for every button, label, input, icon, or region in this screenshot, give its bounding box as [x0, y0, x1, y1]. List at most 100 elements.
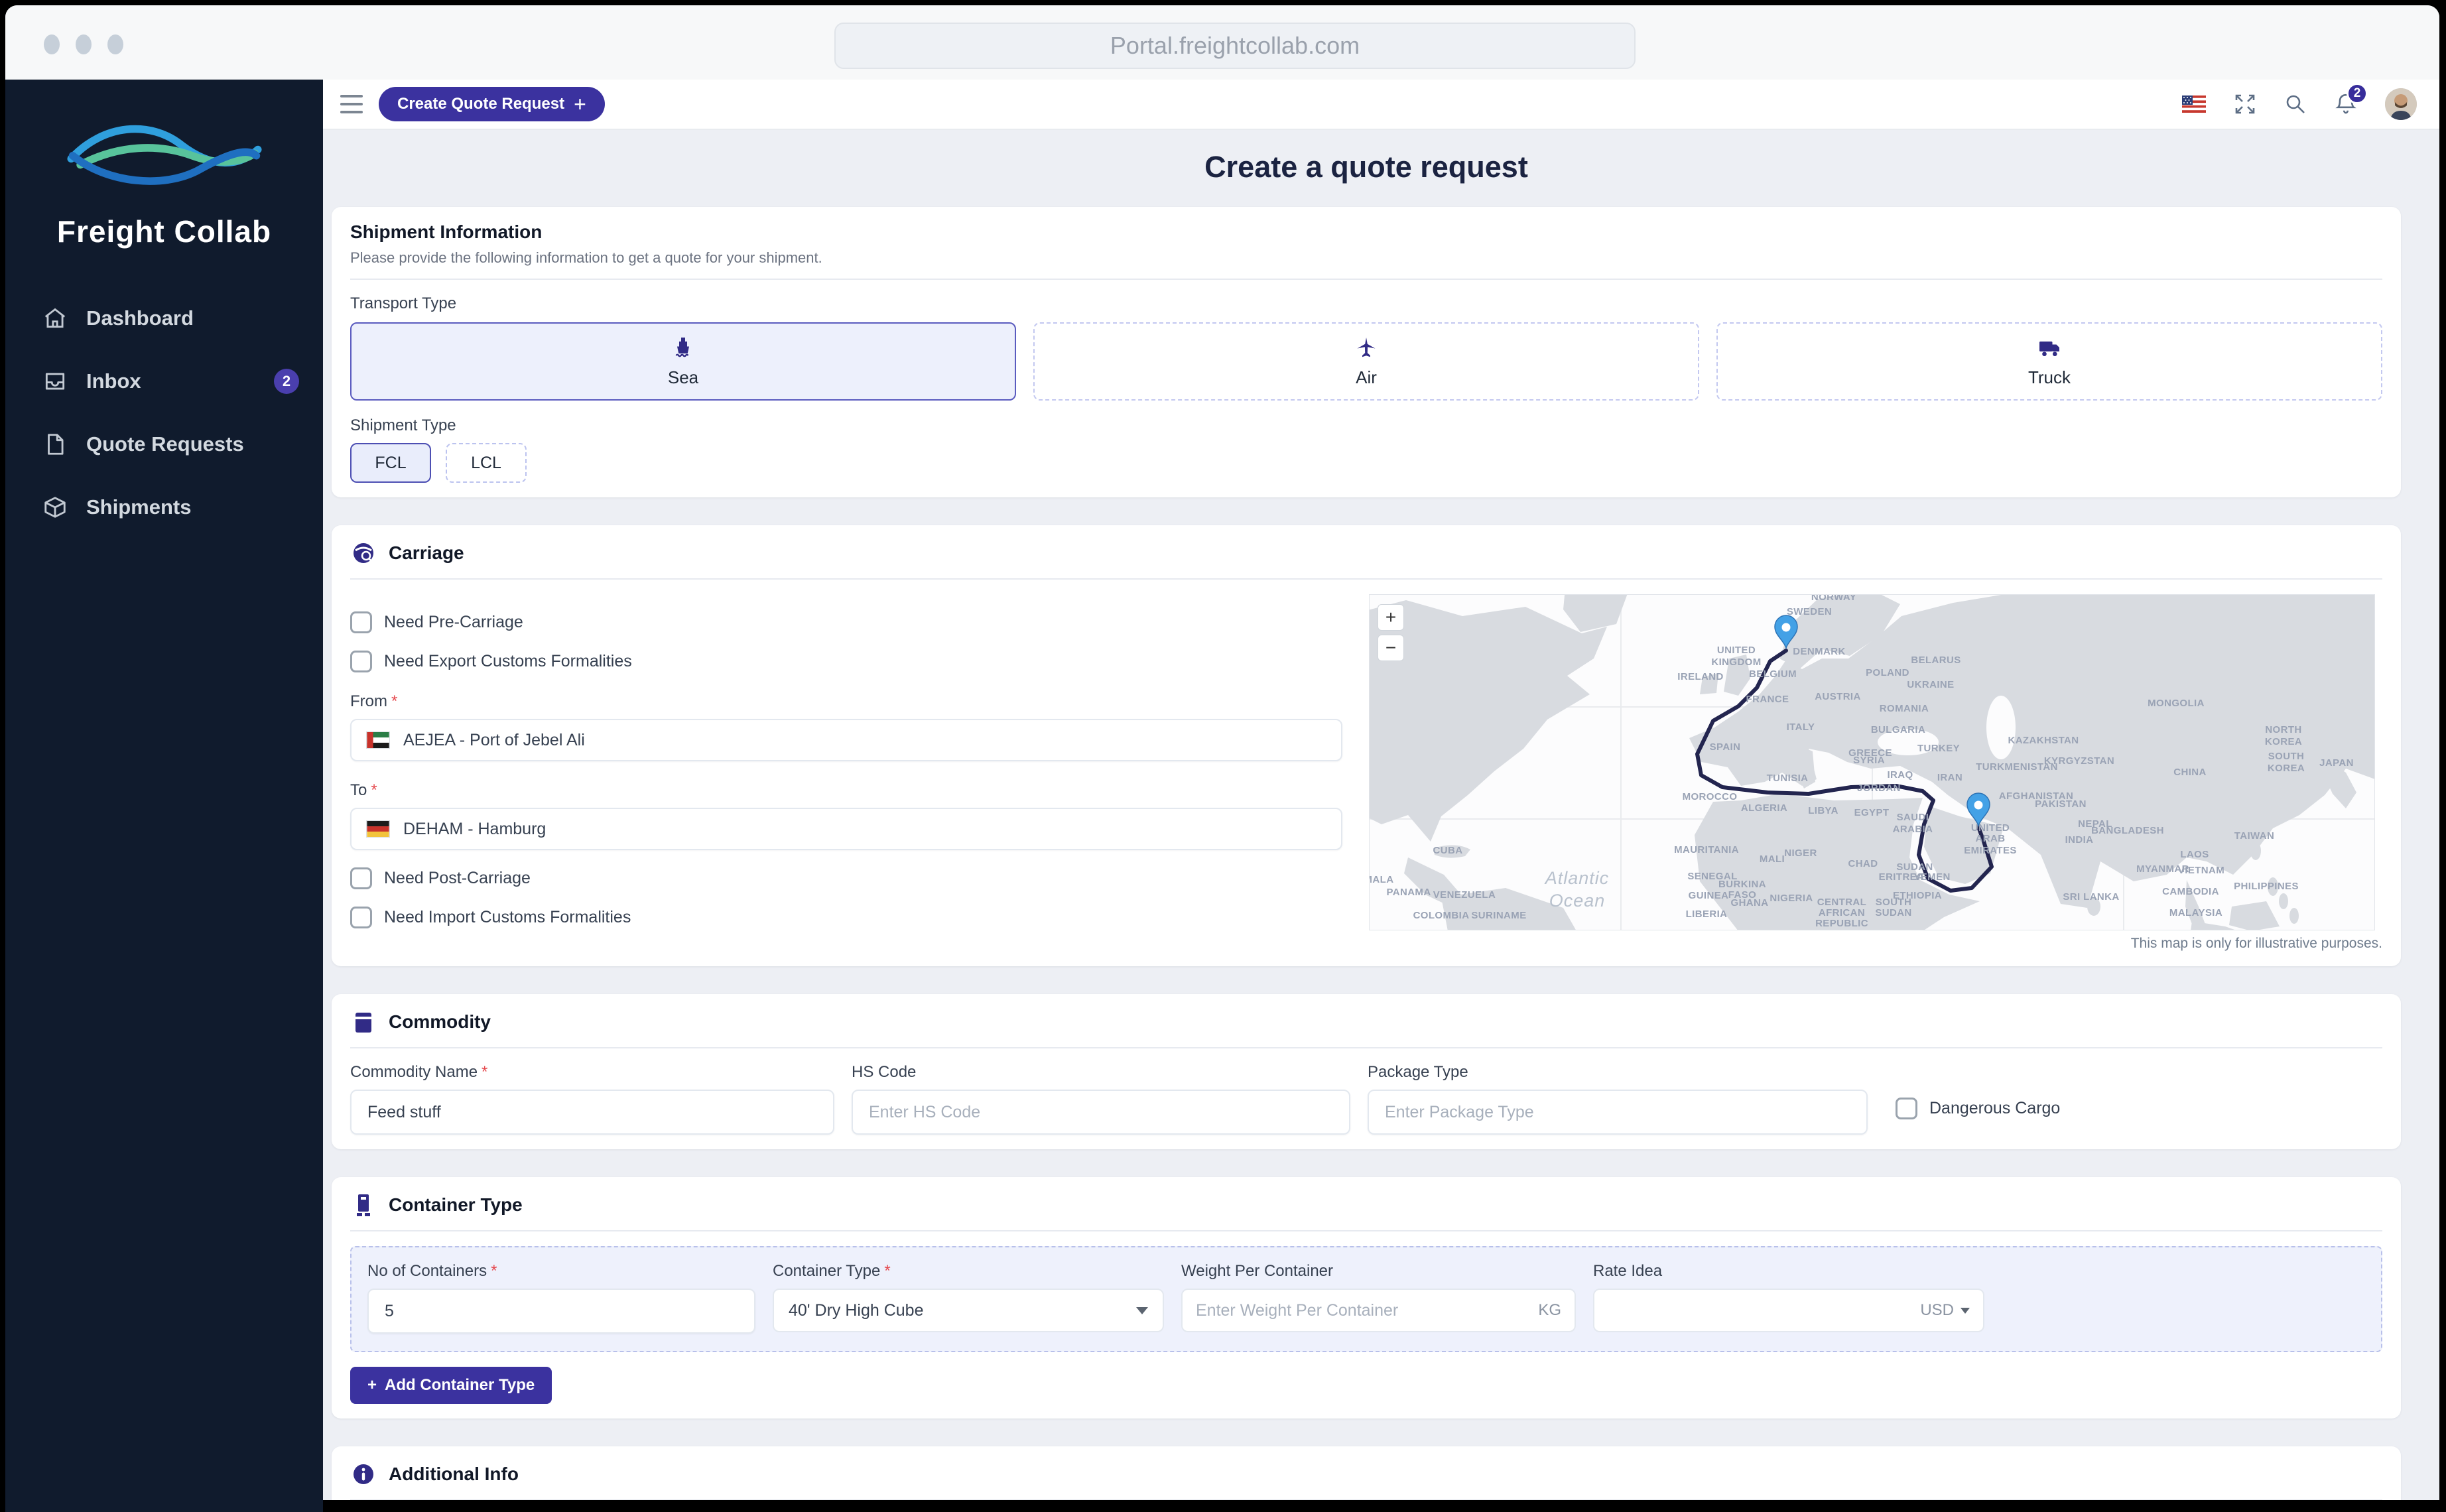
map-country-label: AFRICAN [1819, 907, 1865, 918]
rate-currency: USD [1920, 1301, 1954, 1320]
address-bar[interactable]: Portal.freightcollab.com [834, 23, 1636, 69]
rate-idea-input[interactable] [1608, 1301, 1913, 1320]
map-country-label: NIGERIA [1770, 893, 1813, 904]
map-country-label: SWEDEN [1787, 606, 1832, 617]
shipment-type-lcl[interactable]: LCL [446, 443, 527, 483]
route-map[interactable]: + − [1369, 594, 2375, 930]
map-country-label: INDIA [2065, 834, 2094, 846]
section-title: Commodity [389, 1011, 491, 1033]
menu-toggle-icon[interactable] [340, 95, 363, 113]
commodity-name-input[interactable] [350, 1090, 834, 1135]
close-window-icon[interactable] [44, 34, 60, 54]
weight-per-container-input[interactable] [1196, 1301, 1531, 1320]
transport-type-label: Transport Type [350, 294, 2382, 313]
sidebar-item-quote-requests[interactable]: Quote Requests [5, 412, 323, 475]
package-type-label: Package Type [1368, 1063, 1868, 1082]
map-country-label: MALA [1370, 874, 1393, 885]
sidebar-item-label: Shipments [86, 495, 191, 519]
sidebar-item-inbox[interactable]: Inbox 2 [5, 349, 323, 412]
shipment-type-fcl[interactable]: FCL [350, 443, 431, 483]
container-row-panel: No of Containers* Container Type* 40' Dr… [350, 1246, 2382, 1352]
uae-flag-icon [366, 731, 390, 749]
checkbox[interactable] [350, 867, 372, 889]
transport-option-air[interactable]: Air [1033, 322, 1699, 401]
screenshot-cutoff [323, 1500, 2439, 1512]
container-type-value: 40' Dry High Cube [789, 1301, 923, 1320]
plus-icon: + [367, 1376, 377, 1395]
dangerous-cargo-checkbox-row[interactable]: Dangerous Cargo [1896, 1098, 2060, 1119]
container-count-label: No of Containers* [367, 1262, 755, 1281]
map-country-label: UNITED [1971, 822, 2010, 834]
transport-option-sea[interactable]: Sea [350, 322, 1016, 401]
map-country-label: CUBA [1433, 845, 1463, 856]
search-button[interactable] [2284, 93, 2307, 115]
map-country-label: LAOS [2180, 849, 2209, 860]
package-type-input[interactable] [1368, 1090, 1868, 1135]
weight-unit: KG [1538, 1301, 1561, 1320]
app-top-bar: Create Quote Request+ [323, 80, 2439, 130]
transport-option-label: Truck [2028, 367, 2071, 388]
map-country-label: SURINAME [1471, 910, 1526, 921]
map-country-label: VIETNAM [2178, 865, 2224, 876]
map-country-label: KINGDOM [1711, 657, 1761, 668]
map-zoom-in-button[interactable]: + [1378, 604, 1404, 631]
map-country-label: SUDAN [1875, 907, 1911, 918]
package-icon [42, 495, 68, 520]
map-country-label: TAIWAN [2234, 830, 2274, 842]
rate-idea-label: Rate Idea [1593, 1262, 1984, 1281]
sidebar-item-shipments[interactable]: Shipments [5, 475, 323, 538]
minimize-window-icon[interactable] [76, 34, 92, 54]
import-customs-checkbox-row[interactable]: Need Import Customs Formalities [350, 907, 1345, 928]
traffic-lights [44, 34, 123, 54]
pre-carriage-checkbox-row[interactable]: Need Pre-Carriage [350, 611, 1345, 633]
map-country-label: PANAMA [1386, 887, 1431, 898]
document-icon [42, 432, 68, 457]
map-country-label: KOREA [2265, 736, 2302, 747]
browser-window: Portal.freightcollab.com Freight Collab … [5, 5, 2439, 1512]
container-type-select[interactable]: 40' Dry High Cube [773, 1289, 1164, 1332]
from-port-input[interactable]: AEJEA - Port of Jebel Ali [350, 719, 1342, 761]
post-carriage-checkbox-row[interactable]: Need Post-Carriage [350, 867, 1345, 889]
map-country-label: TUNISIA [1767, 773, 1809, 784]
map-country-label: FRANCE [1746, 694, 1789, 705]
section-title: Container Type [389, 1194, 523, 1216]
create-quote-request-button[interactable]: Create Quote Request+ [379, 87, 605, 121]
checkbox-label: Need Post-Carriage [384, 869, 531, 888]
map-zoom-out-button[interactable]: − [1378, 635, 1404, 661]
container-type-card: Container Type No of Containers* Con [332, 1177, 2401, 1418]
map-country-label: IRAN [1937, 772, 1963, 783]
maximize-window-icon[interactable] [107, 34, 123, 54]
sidebar-item-label: Dashboard [86, 306, 194, 330]
user-avatar[interactable] [2385, 88, 2417, 120]
map-country-label: AUSTRIA [1815, 691, 1860, 702]
sidebar-item-dashboard[interactable]: Dashboard [5, 286, 323, 349]
to-port-input[interactable]: DEHAM - Hamburg [350, 808, 1342, 850]
map-country-label: BULGARIA [1871, 724, 1925, 735]
commodity-name-label: Commodity Name* [350, 1063, 834, 1082]
map-country-label: ALGERIA [1741, 802, 1787, 814]
notifications-button[interactable]: 2 [2335, 92, 2357, 116]
inbox-icon [42, 369, 68, 394]
container-count-input[interactable] [367, 1289, 755, 1334]
map-country-label: GUINEA [1689, 890, 1729, 901]
hs-code-input[interactable] [852, 1090, 1350, 1135]
checkbox-label: Dangerous Cargo [1929, 1099, 2060, 1118]
transport-option-truck[interactable]: Truck [1716, 322, 2382, 401]
inbox-unread-badge: 2 [274, 369, 299, 394]
sidebar: Freight Collab Dashboard Inbox 2 [5, 80, 323, 1512]
map-country-label: JORDAN [1857, 783, 1901, 794]
checkbox[interactable] [1896, 1098, 1917, 1119]
checkbox[interactable] [350, 907, 372, 928]
checkbox[interactable] [350, 611, 372, 633]
map-country-label: TURKEY [1917, 743, 1960, 754]
fullscreen-button[interactable] [2234, 93, 2256, 115]
commodity-section-icon [350, 1009, 377, 1035]
map-country-label: CHAD [1848, 858, 1878, 869]
language-flag-button[interactable] [2182, 95, 2206, 113]
add-container-type-button[interactable]: +Add Container Type [350, 1367, 552, 1404]
export-customs-checkbox-row[interactable]: Need Export Customs Formalities [350, 651, 1345, 672]
route-map-container: + − [1369, 594, 2382, 952]
map-country-label: KAZAKHSTAN [2008, 735, 2079, 746]
map-country-label: MALI [1760, 853, 1785, 865]
checkbox[interactable] [350, 651, 372, 672]
